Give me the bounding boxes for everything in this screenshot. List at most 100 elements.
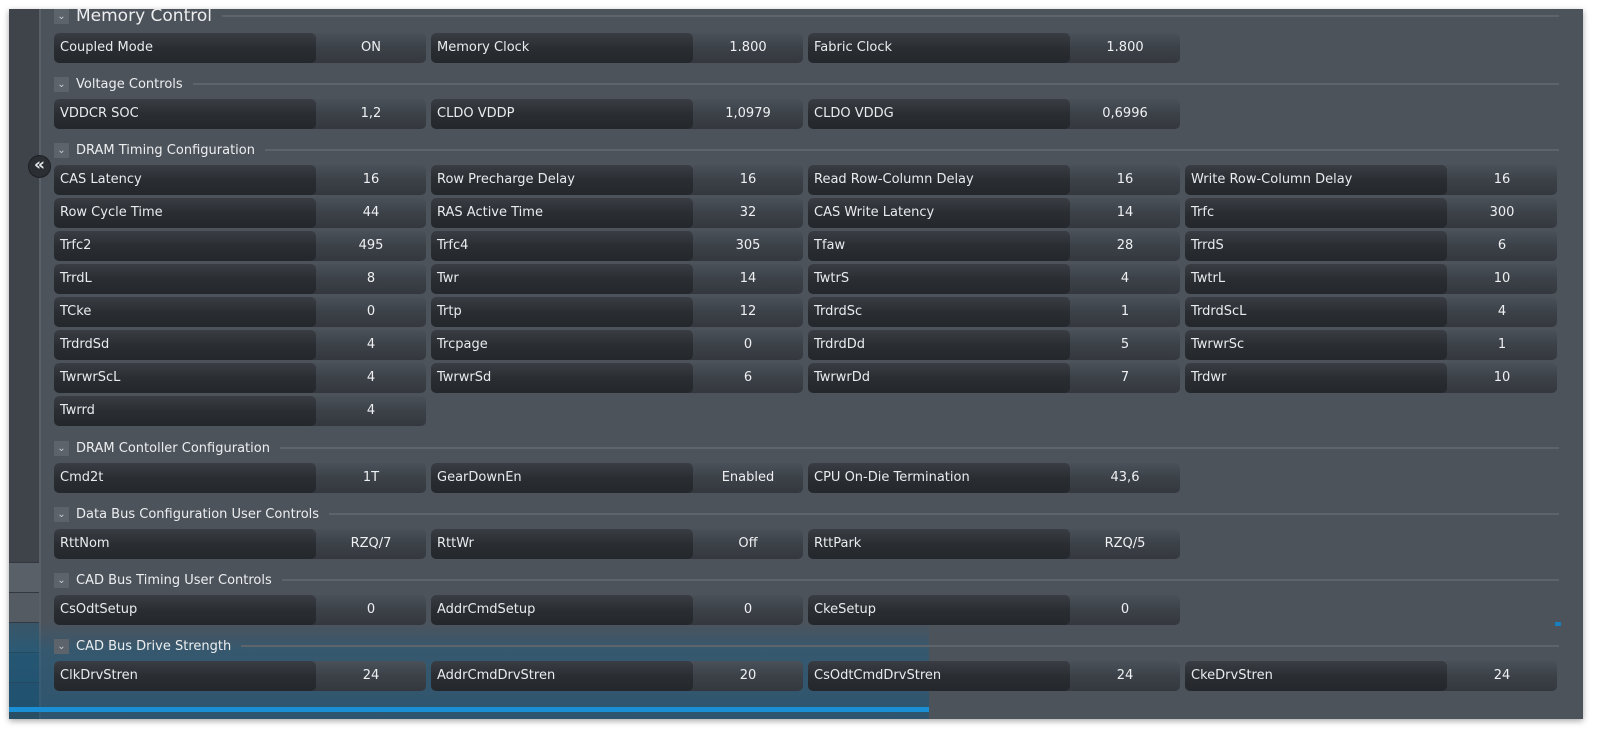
setting-value[interactable]: 6 [693, 363, 803, 393]
setting-field[interactable]: Row Precharge Delay 16 [431, 165, 803, 195]
setting-field[interactable]: TrdrdSd 4 [54, 330, 426, 360]
setting-field[interactable]: AddrCmdDrvStren 20 [431, 661, 803, 691]
setting-value[interactable]: 16 [1070, 165, 1180, 195]
setting-value[interactable]: 0,6996 [1070, 99, 1180, 129]
section-header[interactable]: ⌄ Data Bus Configuration User Controls [54, 504, 1559, 524]
setting-field[interactable]: CPU On-Die Termination 43,6 [808, 463, 1180, 493]
chevron-down-icon[interactable]: ⌄ [54, 142, 69, 158]
setting-value[interactable]: 20 [693, 661, 803, 691]
setting-value[interactable]: 28 [1070, 231, 1180, 261]
section-header[interactable]: ⌄ DRAM Timing Configuration [54, 140, 1559, 160]
setting-field[interactable]: TrrdL 8 [54, 264, 426, 294]
setting-value[interactable]: 1.800 [1070, 33, 1180, 63]
setting-value[interactable]: 300 [1447, 198, 1557, 228]
setting-value[interactable]: 16 [693, 165, 803, 195]
setting-value[interactable]: Off [693, 529, 803, 559]
setting-field[interactable]: CLDO VDDP 1,0979 [431, 99, 803, 129]
setting-field[interactable]: Memory Clock 1.800 [431, 33, 803, 63]
setting-field[interactable]: Trfc2 495 [54, 231, 426, 261]
setting-field[interactable]: CAS Write Latency 14 [808, 198, 1180, 228]
sidebar-item[interactable] [9, 562, 39, 593]
setting-field[interactable]: Twr 14 [431, 264, 803, 294]
setting-field[interactable]: Trcpage 0 [431, 330, 803, 360]
setting-value[interactable]: 1,2 [316, 99, 426, 129]
setting-value[interactable]: 16 [1447, 165, 1557, 195]
setting-value[interactable]: 5 [1070, 330, 1180, 360]
collapse-sidebar-icon[interactable]: « [28, 155, 51, 178]
setting-value[interactable]: 16 [316, 165, 426, 195]
setting-value[interactable]: 32 [693, 198, 803, 228]
setting-field[interactable]: Trdwr 10 [1185, 363, 1557, 393]
sidebar-item[interactable] [9, 652, 39, 683]
setting-value[interactable]: 0 [316, 595, 426, 625]
setting-field[interactable]: TrdrdDd 5 [808, 330, 1180, 360]
setting-field[interactable]: Read Row-Column Delay 16 [808, 165, 1180, 195]
chevron-down-icon[interactable]: ⌄ [54, 638, 69, 654]
sidebar-item[interactable] [9, 592, 39, 623]
setting-field[interactable]: TrrdS 6 [1185, 231, 1557, 261]
setting-value[interactable]: 0 [316, 297, 426, 327]
setting-field[interactable]: TwrwrScL 4 [54, 363, 426, 393]
setting-value[interactable]: 24 [1070, 661, 1180, 691]
setting-value[interactable]: 0 [1070, 595, 1180, 625]
setting-field[interactable]: CsOdtCmdDrvStren 24 [808, 661, 1180, 691]
setting-value[interactable]: Enabled [693, 463, 803, 493]
setting-field[interactable]: TwrwrDd 7 [808, 363, 1180, 393]
setting-field[interactable]: TwtrS 4 [808, 264, 1180, 294]
setting-field[interactable]: Write Row-Column Delay 16 [1185, 165, 1557, 195]
chevron-down-icon[interactable]: ⌄ [54, 506, 69, 522]
setting-value[interactable]: 8 [316, 264, 426, 294]
setting-value[interactable]: 14 [693, 264, 803, 294]
chevron-down-icon[interactable]: ⌄ [54, 76, 69, 92]
setting-value[interactable]: 6 [1447, 231, 1557, 261]
setting-value[interactable]: 1.800 [693, 33, 803, 63]
setting-value[interactable]: 495 [316, 231, 426, 261]
setting-field[interactable]: AddrCmdSetup 0 [431, 595, 803, 625]
setting-field[interactable]: CkeSetup 0 [808, 595, 1180, 625]
setting-value[interactable]: ON [316, 33, 426, 63]
chevron-down-icon[interactable]: ⌄ [54, 440, 69, 456]
setting-field[interactable]: RttWr Off [431, 529, 803, 559]
setting-value[interactable]: 24 [316, 661, 426, 691]
setting-field[interactable]: Coupled Mode ON [54, 33, 426, 63]
sidebar-item[interactable] [9, 622, 39, 653]
setting-field[interactable]: RttNom RZQ/7 [54, 529, 426, 559]
setting-field[interactable]: TwrwrSc 1 [1185, 330, 1557, 360]
setting-value[interactable]: 4 [1447, 297, 1557, 327]
setting-field[interactable]: Twrrd 4 [54, 396, 426, 426]
setting-value[interactable]: 305 [693, 231, 803, 261]
setting-value[interactable]: RZQ/5 [1070, 529, 1180, 559]
setting-value[interactable]: 4 [316, 396, 426, 426]
setting-value[interactable]: 43,6 [1070, 463, 1180, 493]
setting-field[interactable]: Row Cycle Time 44 [54, 198, 426, 228]
setting-value[interactable]: 4 [1070, 264, 1180, 294]
setting-value[interactable]: 44 [316, 198, 426, 228]
setting-field[interactable]: RAS Active Time 32 [431, 198, 803, 228]
setting-field[interactable]: CLDO VDDG 0,6996 [808, 99, 1180, 129]
setting-value[interactable]: 10 [1447, 264, 1557, 294]
setting-field[interactable]: CsOdtSetup 0 [54, 595, 426, 625]
setting-value[interactable]: 1 [1070, 297, 1180, 327]
setting-field[interactable]: ClkDrvStren 24 [54, 661, 426, 691]
setting-value[interactable]: 7 [1070, 363, 1180, 393]
chevron-down-icon[interactable]: ⌄ [54, 9, 69, 24]
setting-field[interactable]: Tfaw 28 [808, 231, 1180, 261]
section-header[interactable]: ⌄ Memory Control [54, 9, 1559, 26]
setting-value[interactable]: 4 [316, 330, 426, 360]
setting-field[interactable]: VDDCR SOC 1,2 [54, 99, 426, 129]
setting-field[interactable]: RttPark RZQ/5 [808, 529, 1180, 559]
setting-value[interactable]: 1T [316, 463, 426, 493]
section-header[interactable]: ⌄ CAD Bus Timing User Controls [54, 570, 1559, 590]
setting-value[interactable]: 24 [1447, 661, 1557, 691]
setting-field[interactable]: TwrwrSd 6 [431, 363, 803, 393]
setting-field[interactable]: Fabric Clock 1.800 [808, 33, 1180, 63]
setting-field[interactable]: CkeDrvStren 24 [1185, 661, 1557, 691]
section-header[interactable]: ⌄ CAD Bus Drive Strength [54, 636, 1559, 656]
setting-field[interactable]: TCke 0 [54, 297, 426, 327]
setting-value[interactable]: RZQ/7 [316, 529, 426, 559]
section-header[interactable]: ⌄ Voltage Controls [54, 74, 1559, 94]
setting-field[interactable]: TrdrdScL 4 [1185, 297, 1557, 327]
setting-value[interactable]: 1,0979 [693, 99, 803, 129]
setting-value[interactable]: 10 [1447, 363, 1557, 393]
setting-field[interactable]: TwtrL 10 [1185, 264, 1557, 294]
